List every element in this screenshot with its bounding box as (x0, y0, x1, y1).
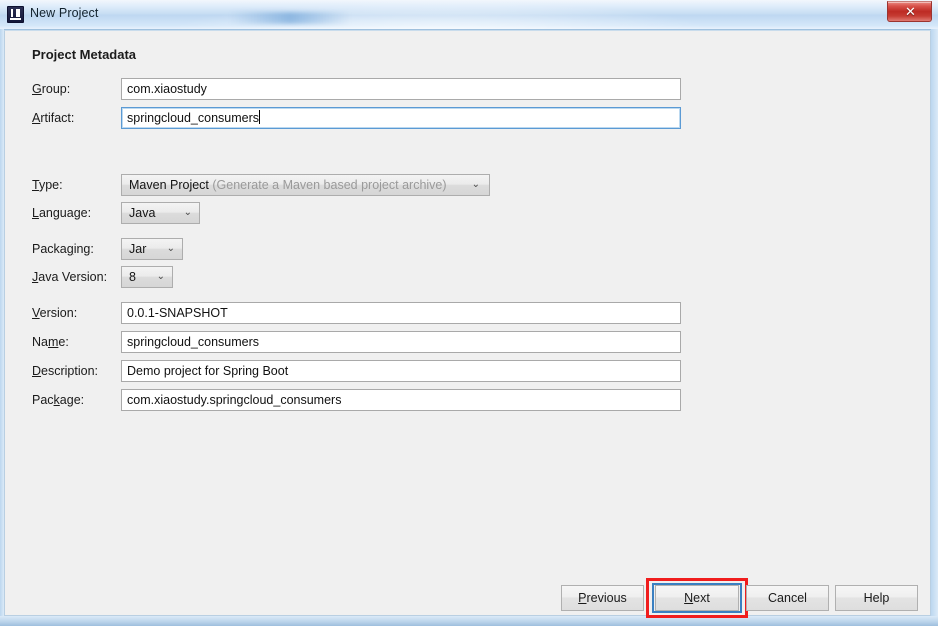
chevron-down-icon: ⌄ (166, 243, 175, 254)
language-label: Language: (32, 206, 92, 220)
description-mnemonic: D (32, 364, 42, 378)
package-input[interactable]: com.xiaostudy.springcloud_consumers (121, 389, 681, 411)
java-version-combobox[interactable]: 8 ⌄ (121, 266, 173, 288)
java-version-label: Java Version: (32, 270, 108, 284)
chevron-down-icon: ⌄ (183, 207, 192, 218)
window-title: New Project (30, 6, 99, 20)
previous-button[interactable]: Previous (561, 585, 644, 611)
type-combobox-hint: (Generate a Maven based project archive) (212, 178, 447, 192)
title-bar[interactable]: New Project ✕ (0, 0, 938, 30)
group-label: Group: (32, 82, 71, 96)
type-combobox[interactable]: Maven Project (Generate a Maven based pr… (121, 174, 490, 196)
dialog-client-area: Project Metadata Group: com.xiaostudy Ar… (4, 30, 931, 618)
next-button[interactable]: Next (655, 585, 739, 611)
name-label: Name: (32, 335, 69, 349)
group-mnemonic: G (32, 82, 42, 96)
next-mnemonic: N (684, 591, 694, 605)
packaging-combobox[interactable]: Jar ⌄ (121, 238, 183, 260)
text-caret (259, 110, 261, 124)
cancel-button[interactable]: Cancel (746, 585, 829, 611)
package-label: Package: (32, 393, 85, 407)
close-icon: ✕ (905, 4, 916, 19)
name-input[interactable]: springcloud_consumers (121, 331, 681, 353)
language-combobox-value: Java (129, 206, 156, 220)
java-version-combobox-value: 8 (129, 270, 136, 284)
type-combobox-value: Maven Project (129, 178, 209, 192)
previous-mnemonic: P (578, 591, 587, 605)
version-label: Version: (32, 306, 78, 320)
description-label: Description: (32, 364, 99, 378)
description-input[interactable]: Demo project for Spring Boot (121, 360, 681, 382)
group-input[interactable]: com.xiaostudy (121, 78, 681, 100)
window-frame-right (931, 29, 938, 626)
artifact-input[interactable]: springcloud_consumers (121, 107, 681, 129)
artifact-label: Artifact: (32, 111, 75, 125)
packaging-combobox-value: Jar (129, 242, 147, 256)
window-frame-bottom (0, 616, 938, 626)
artifact-input-value: springcloud_consumers (127, 111, 260, 125)
close-button[interactable]: ✕ (887, 1, 932, 22)
version-mnemonic: V (32, 306, 40, 320)
packaging-label: Packaging: (32, 242, 94, 256)
name-mnemonic: m (47, 335, 59, 349)
new-project-dialog-window: New Project ✕ Project Metadata Group: co… (0, 0, 938, 626)
intellij-idea-icon (7, 6, 24, 23)
language-mnemonic: L (32, 206, 39, 220)
language-combobox[interactable]: Java ⌄ (121, 202, 200, 224)
packaging-mnemonic: g (66, 242, 74, 256)
titlebar-highlight (230, 12, 350, 24)
type-label: Type: (32, 178, 63, 192)
page-title: Project Metadata (32, 47, 137, 62)
type-mnemonic: T (32, 178, 39, 192)
version-input[interactable]: 0.0.1-SNAPSHOT (121, 302, 681, 324)
chevron-down-icon: ⌄ (156, 271, 165, 282)
help-button[interactable]: Help (835, 585, 918, 611)
titlebar-sheen (160, 0, 720, 29)
chevron-down-icon: ⌄ (471, 179, 480, 190)
